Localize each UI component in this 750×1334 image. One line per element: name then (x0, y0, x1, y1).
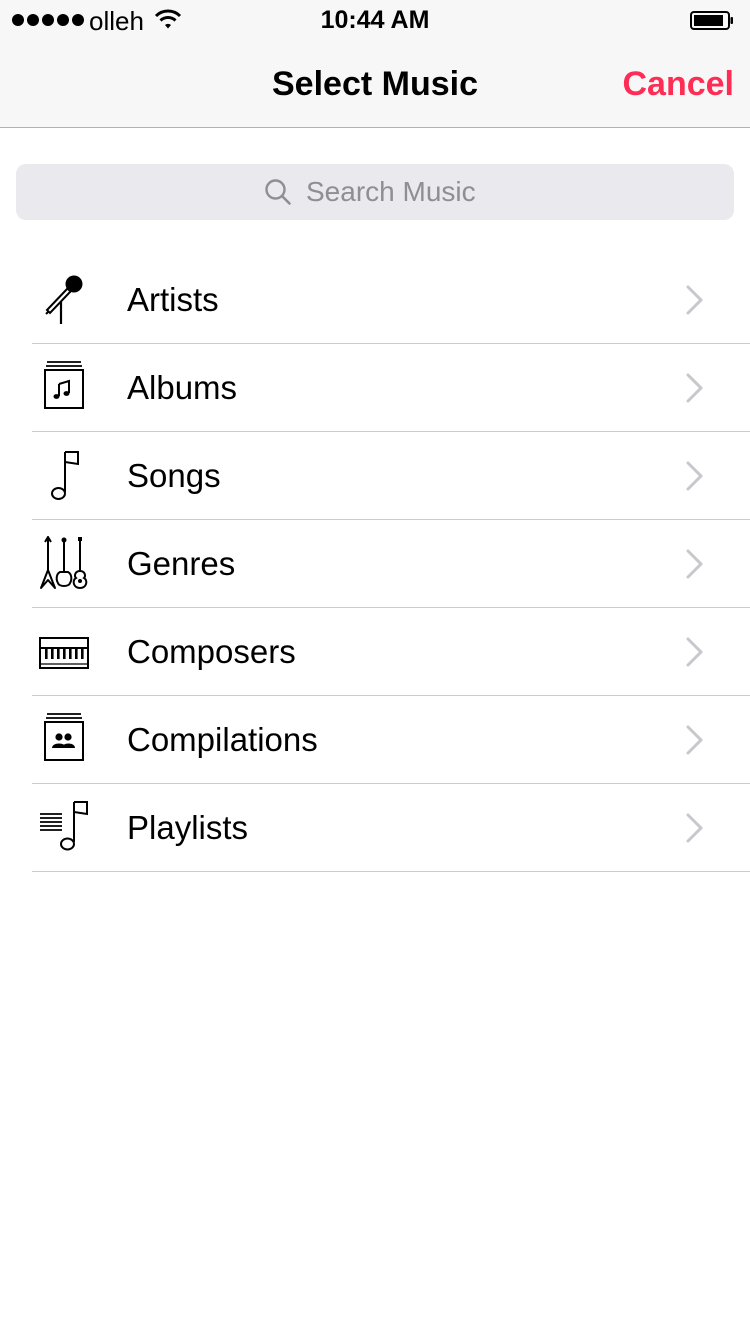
piano-keyboard-icon (36, 624, 92, 680)
list-item-genres[interactable]: Genres (0, 520, 750, 608)
search-input[interactable] (306, 176, 486, 208)
chevron-right-icon (684, 284, 706, 316)
list-item-label: Genres (127, 545, 236, 582)
chevron-right-icon (684, 636, 706, 668)
list-item-albums[interactable]: Albums (0, 344, 750, 432)
search-bar[interactable] (16, 164, 734, 220)
list-item-compilations[interactable]: Compilations (0, 696, 750, 784)
battery-icon (690, 11, 733, 30)
list-item-label: Playlists (127, 809, 249, 846)
cancel-button[interactable]: Cancel (623, 64, 735, 104)
playlist-icon (36, 800, 92, 856)
list-item-artists[interactable]: Artists (0, 256, 750, 344)
chevron-right-icon (684, 548, 706, 580)
list-item-songs[interactable]: Songs (0, 432, 750, 520)
music-note-icon (36, 448, 92, 504)
chevron-right-icon (684, 724, 706, 756)
list-item-label: Songs (127, 457, 221, 494)
microphone-icon (36, 272, 92, 328)
album-icon (36, 360, 92, 416)
chevron-right-icon (684, 812, 706, 844)
navigation-bar: Select Music Cancel (0, 40, 750, 128)
chevron-right-icon (684, 372, 706, 404)
list-item-composers[interactable]: Composers (0, 608, 750, 696)
list-item-label: Artists (127, 281, 219, 318)
list-item-playlists[interactable]: Playlists (0, 784, 750, 872)
status-time: 10:44 AM (320, 6, 430, 34)
list-item-label: Albums (127, 369, 238, 406)
list-item-label: Compilations (127, 721, 318, 758)
list-item-label: Composers (127, 633, 296, 670)
chevron-right-icon (684, 460, 706, 492)
search-icon (265, 179, 291, 205)
guitars-icon (36, 536, 92, 592)
category-list: Artists Albums Songs Genres Composers Co… (0, 256, 750, 872)
compilation-icon (36, 712, 92, 768)
status-bar: olleh 10:44 AM (0, 0, 750, 40)
